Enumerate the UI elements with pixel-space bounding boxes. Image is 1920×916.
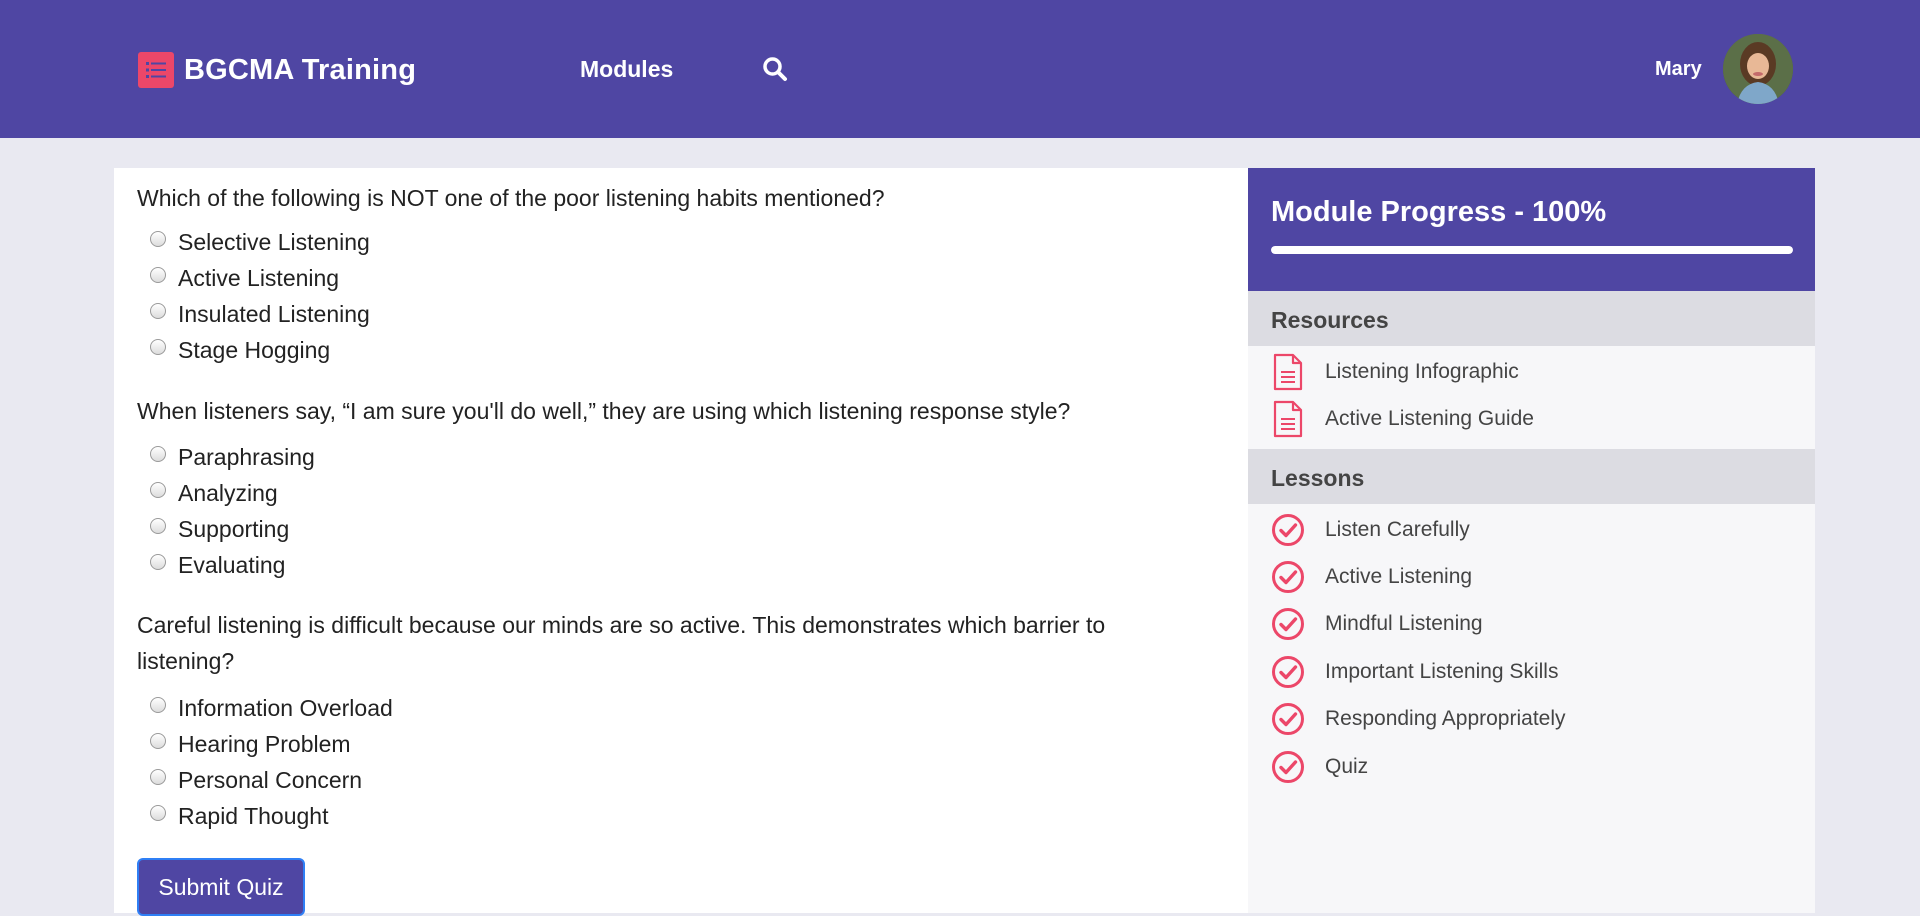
radio-button[interactable] bbox=[150, 231, 166, 247]
option-label: Paraphrasing bbox=[178, 443, 315, 470]
lesson-item[interactable]: Important Listening Skills bbox=[1271, 652, 1558, 692]
option-label: Stage Hogging bbox=[178, 336, 331, 363]
quiz-option[interactable]: Paraphrasing bbox=[150, 441, 315, 473]
quiz-option[interactable]: Personal Concern bbox=[150, 764, 362, 796]
radio-button[interactable] bbox=[150, 267, 166, 283]
resource-label: Listening Infographic bbox=[1325, 360, 1519, 383]
lesson-item[interactable]: Listen Carefully bbox=[1271, 510, 1470, 550]
option-label: Selective Listening bbox=[178, 228, 370, 255]
module-progress-card: Module Progress - 100% bbox=[1248, 168, 1815, 291]
check-circle-icon bbox=[1271, 699, 1305, 739]
lessons-header: Lessons bbox=[1248, 449, 1815, 504]
radio-button[interactable] bbox=[150, 697, 166, 713]
option-label: Evaluating bbox=[178, 551, 286, 578]
radio-button[interactable] bbox=[150, 446, 166, 462]
option-label: Information Overload bbox=[178, 694, 393, 721]
lesson-label: Responding Appropriately bbox=[1325, 707, 1566, 730]
radio-button[interactable] bbox=[150, 518, 166, 534]
question-text: Careful listening is difficult because o… bbox=[137, 612, 1106, 674]
quiz-option[interactable]: Insulated Listening bbox=[150, 298, 370, 330]
resource-label: Active Listening Guide bbox=[1325, 407, 1534, 430]
lesson-item[interactable]: Active Listening bbox=[1271, 557, 1472, 597]
nav-modules-link[interactable]: Modules bbox=[580, 56, 673, 83]
quiz-option[interactable]: Information Overload bbox=[150, 692, 393, 724]
lesson-item[interactable]: Responding Appropriately bbox=[1271, 699, 1566, 739]
radio-button[interactable] bbox=[150, 482, 166, 498]
check-circle-icon bbox=[1271, 604, 1305, 644]
check-circle-icon bbox=[1271, 652, 1305, 692]
avatar[interactable] bbox=[1723, 34, 1793, 104]
top-navbar: BGCMA Training Modules Mary bbox=[0, 0, 1920, 138]
option-label: Analyzing bbox=[178, 479, 278, 506]
radio-button[interactable] bbox=[150, 554, 166, 570]
lesson-label: Mindful Listening bbox=[1325, 612, 1483, 635]
resource-item[interactable]: Active Listening Guide bbox=[1271, 399, 1534, 439]
option-label: Insulated Listening bbox=[178, 300, 370, 327]
radio-button[interactable] bbox=[150, 303, 166, 319]
module-sidebar: Module Progress - 100% Resources Listeni… bbox=[1248, 168, 1815, 913]
radio-button[interactable] bbox=[150, 733, 166, 749]
quiz-option[interactable]: Rapid Thought bbox=[150, 800, 328, 832]
brand-link[interactable]: BGCMA Training bbox=[138, 52, 416, 88]
progress-title: Module Progress - 100% bbox=[1271, 196, 1607, 228]
quiz-option[interactable]: Supporting bbox=[150, 513, 289, 545]
document-icon bbox=[1271, 352, 1305, 392]
quiz-option[interactable]: Hearing Problem bbox=[150, 728, 351, 760]
progress-bar bbox=[1271, 246, 1793, 254]
option-label: Rapid Thought bbox=[178, 802, 329, 829]
lesson-item[interactable]: Mindful Listening bbox=[1271, 604, 1483, 644]
quiz-option[interactable]: Analyzing bbox=[150, 477, 278, 509]
resources-title: Resources bbox=[1271, 307, 1389, 333]
quiz-option[interactable]: Evaluating bbox=[150, 549, 285, 581]
user-name[interactable]: Mary bbox=[1655, 58, 1702, 81]
quiz-option[interactable]: Selective Listening bbox=[150, 226, 370, 258]
quiz-panel: Which of the following is NOT one of the… bbox=[114, 168, 1248, 916]
option-label: Personal Concern bbox=[178, 766, 363, 793]
radio-button[interactable] bbox=[150, 805, 166, 821]
check-circle-icon bbox=[1271, 510, 1305, 550]
radio-button[interactable] bbox=[150, 769, 166, 785]
question-text: When listeners say, “I am sure you'll do… bbox=[137, 398, 1071, 424]
lesson-label: Listen Carefully bbox=[1325, 518, 1470, 541]
option-label: Supporting bbox=[178, 515, 290, 542]
brand-title: BGCMA Training bbox=[184, 53, 417, 86]
check-circle-icon bbox=[1271, 557, 1305, 597]
option-label: Active Listening bbox=[178, 264, 340, 291]
lesson-label: Active Listening bbox=[1325, 565, 1473, 588]
lesson-label: Quiz bbox=[1325, 755, 1369, 778]
lesson-label: Important Listening Skills bbox=[1325, 660, 1559, 683]
question-text: Which of the following is NOT one of the… bbox=[137, 185, 885, 211]
radio-button[interactable] bbox=[150, 339, 166, 355]
check-circle-icon bbox=[1271, 747, 1305, 787]
quiz-option[interactable]: Stage Hogging bbox=[150, 334, 330, 366]
submit-quiz-button[interactable]: Submit Quiz bbox=[137, 858, 305, 916]
list-icon bbox=[138, 52, 174, 88]
resource-item[interactable]: Listening Infographic bbox=[1271, 352, 1519, 392]
option-label: Hearing Problem bbox=[178, 730, 351, 757]
document-icon bbox=[1271, 399, 1305, 439]
lesson-item[interactable]: Quiz bbox=[1271, 747, 1368, 787]
progress-bar-fill bbox=[1271, 246, 1793, 254]
resources-header: Resources bbox=[1248, 291, 1815, 346]
search-icon[interactable] bbox=[762, 56, 790, 84]
lessons-title: Lessons bbox=[1271, 465, 1365, 491]
quiz-option[interactable]: Active Listening bbox=[150, 262, 339, 294]
